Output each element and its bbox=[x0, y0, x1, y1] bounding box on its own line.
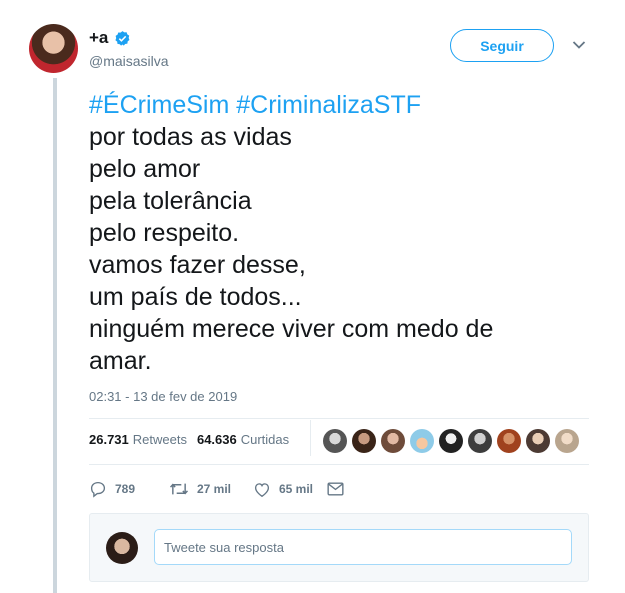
stats-separator bbox=[310, 420, 311, 456]
author-display-name[interactable]: +a bbox=[89, 28, 108, 48]
verified-badge-icon bbox=[115, 30, 130, 46]
divider bbox=[89, 464, 589, 465]
retweet-count: 27 mil bbox=[197, 482, 232, 496]
like-action[interactable]: 65 mil bbox=[253, 481, 327, 498]
retweets-label: Retweets bbox=[132, 432, 187, 447]
reply-input[interactable]: Tweete sua resposta bbox=[154, 529, 572, 565]
likes-stat[interactable]: 64.636 Curtidas bbox=[197, 432, 289, 447]
direct-message-action[interactable] bbox=[327, 482, 344, 496]
like-count: 65 mil bbox=[279, 482, 314, 496]
liker-avatar[interactable] bbox=[323, 429, 347, 453]
liker-avatar[interactable] bbox=[381, 429, 405, 453]
liker-avatar[interactable] bbox=[555, 429, 579, 453]
hashtag-line: #ÉCrimeSim #CriminalizaSTF bbox=[89, 89, 589, 121]
reply-icon bbox=[90, 481, 106, 498]
liker-avatar[interactable] bbox=[352, 429, 376, 453]
tweet-line: um país de todos... bbox=[89, 283, 302, 311]
hashtag-link[interactable]: #ÉCrimeSim bbox=[89, 91, 229, 119]
author-handle[interactable]: @maisasilva bbox=[89, 53, 169, 69]
retweet-action[interactable]: 27 mil bbox=[169, 480, 253, 498]
heart-icon bbox=[254, 482, 270, 497]
tweet-line: pela tolerância bbox=[89, 187, 252, 215]
tweet-line: ninguém merece viver com medo de bbox=[89, 315, 494, 343]
liker-avatar[interactable] bbox=[497, 429, 521, 453]
follow-button[interactable]: Seguir bbox=[450, 29, 554, 62]
liker-avatar[interactable] bbox=[410, 429, 434, 453]
likes-count: 64.636 bbox=[196, 432, 237, 447]
tweet-line: amar. bbox=[89, 347, 152, 375]
tweet-actions: 789 27 mil 65 mil bbox=[89, 480, 344, 498]
tweet-stats: 26.731 Retweets 64.636 Curtidas bbox=[89, 432, 299, 447]
divider bbox=[89, 418, 589, 419]
liker-avatar[interactable] bbox=[526, 429, 550, 453]
author-name-row: +a bbox=[89, 28, 131, 48]
tweet-line: vamos fazer desse, bbox=[89, 251, 306, 279]
tweet-line: pelo respeito. bbox=[89, 219, 240, 247]
reply-action[interactable]: 789 bbox=[89, 480, 169, 498]
retweet-icon bbox=[169, 483, 189, 495]
thread-line bbox=[53, 78, 57, 593]
liker-avatar[interactable] bbox=[468, 429, 492, 453]
current-user-avatar bbox=[106, 532, 138, 564]
tweet-line: por todas as vidas bbox=[89, 123, 292, 151]
envelope-icon bbox=[327, 482, 344, 496]
retweets-count: 26.731 bbox=[89, 432, 129, 447]
tweet-line: pelo amor bbox=[89, 155, 201, 183]
reply-box: Tweete sua resposta bbox=[89, 513, 589, 582]
liker-avatar[interactable] bbox=[439, 429, 463, 453]
author-avatar[interactable] bbox=[29, 24, 78, 73]
likes-label: Curtidas bbox=[240, 432, 290, 447]
hashtag-link[interactable]: #CriminalizaSTF bbox=[236, 91, 421, 119]
reply-count: 789 bbox=[115, 482, 136, 496]
retweets-stat[interactable]: 26.731 Retweets bbox=[89, 432, 187, 447]
liker-avatars bbox=[323, 429, 579, 453]
tweet-timestamp[interactable]: 02:31 - 13 de fev de 2019 bbox=[89, 389, 237, 404]
tweet-text: #ÉCrimeSim #CriminalizaSTF por todas as … bbox=[89, 89, 589, 377]
chevron-down-icon[interactable] bbox=[572, 40, 586, 50]
